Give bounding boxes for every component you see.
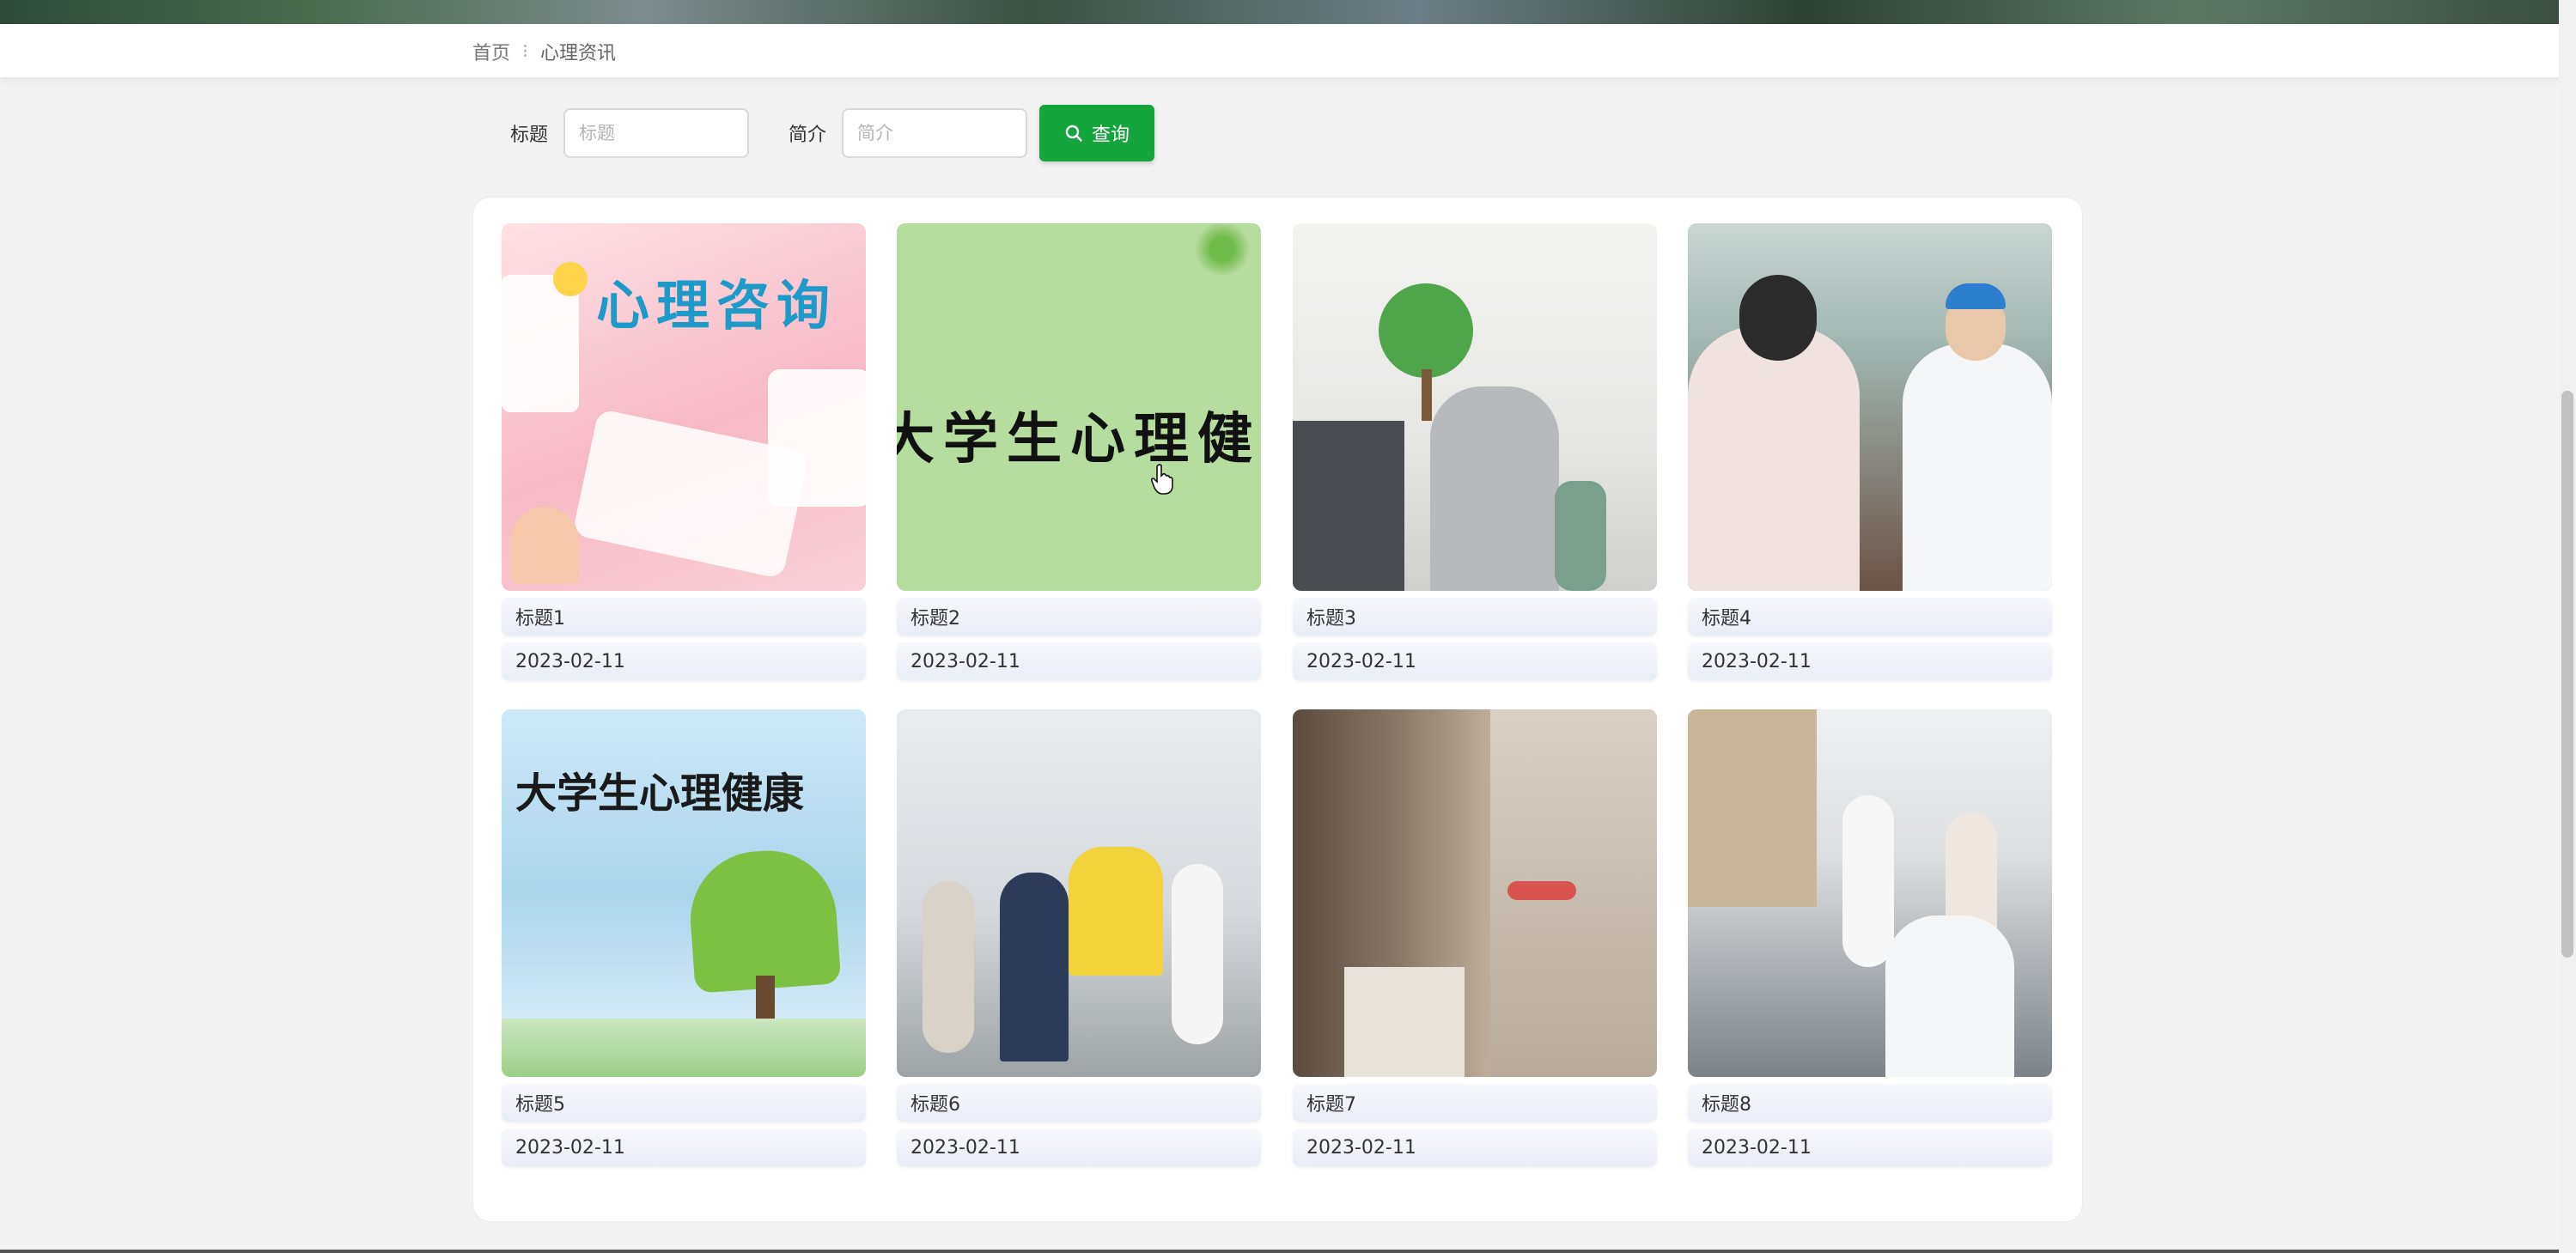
news-card-date: 2023-02-11: [1293, 642, 1657, 680]
news-card-3[interactable]: 标题3 2023-02-11: [1293, 223, 1657, 680]
news-card-8[interactable]: 标题8 2023-02-11: [1688, 709, 2052, 1166]
query-button-label: 查询: [1092, 125, 1130, 146]
title-label: 标题: [510, 125, 549, 146]
card-image-text: 大学生心理健康: [515, 769, 805, 818]
query-button[interactable]: 查询: [1039, 105, 1155, 161]
news-card-date: 2023-02-11: [1688, 1128, 2052, 1166]
top-banner-image: [0, 0, 2576, 24]
news-card-6[interactable]: 标题6 2023-02-11: [897, 709, 1261, 1166]
news-card-date: 2023-02-11: [897, 1128, 1261, 1166]
news-card-image[interactable]: 心理咨询: [502, 223, 866, 591]
news-card-2[interactable]: 大学生心理健康 标题2 2023-02-11: [897, 223, 1261, 680]
intro-label: 简介: [789, 125, 827, 146]
breadcrumb-separator: ⁝: [522, 40, 529, 63]
breadcrumb-home[interactable]: 首页: [472, 38, 510, 65]
news-list-panel: 心理咨询 标题1 2023-02-11 大学生心理健康 标题2 2023-02-…: [473, 198, 2082, 1221]
news-card-title[interactable]: 标题7: [1293, 1084, 1657, 1122]
news-card-date: 2023-02-11: [502, 642, 866, 680]
news-card-image[interactable]: [1688, 223, 2052, 591]
card-image-text: 心理咨询: [596, 274, 837, 337]
news-card-image[interactable]: [1293, 223, 1657, 591]
news-card-title[interactable]: 标题5: [502, 1084, 866, 1122]
intro-input[interactable]: [842, 108, 1028, 158]
news-card-title[interactable]: 标题3: [1293, 598, 1657, 636]
news-card-image[interactable]: [1688, 709, 2052, 1077]
search-form: 标题 简介 查询: [510, 105, 1155, 161]
news-card-title[interactable]: 标题8: [1688, 1084, 2052, 1122]
breadcrumb-current: 心理资讯: [540, 43, 617, 64]
news-card-title[interactable]: 标题1: [502, 598, 866, 636]
news-card-date: 2023-02-11: [1293, 1128, 1657, 1166]
news-card-1[interactable]: 心理咨询 标题1 2023-02-11: [502, 223, 866, 680]
search-icon: [1064, 124, 1083, 143]
card-image-text: 大学生心理健康: [897, 407, 1261, 471]
news-card-image[interactable]: [897, 709, 1261, 1077]
news-card-5[interactable]: 大学生心理健康 标题5 2023-02-11: [502, 709, 866, 1166]
breadcrumb-bar: [0, 24, 2576, 77]
hand-pointer-icon: [1150, 464, 1173, 498]
news-card-date: 2023-02-11: [502, 1128, 866, 1166]
bottom-divider: [0, 1250, 2559, 1253]
news-card-image[interactable]: 大学生心理健康: [502, 709, 866, 1077]
news-card-title[interactable]: 标题6: [897, 1084, 1261, 1122]
scrollbar[interactable]: [2559, 0, 2576, 1253]
news-card-date: 2023-02-11: [897, 642, 1261, 680]
news-card-image[interactable]: 大学生心理健康: [897, 223, 1261, 591]
news-card-date: 2023-02-11: [1688, 642, 2052, 680]
breadcrumb: 首页 ⁝ 心理资讯: [472, 38, 616, 65]
title-input[interactable]: [563, 108, 750, 158]
news-card-title[interactable]: 标题4: [1688, 598, 2052, 636]
news-card-7[interactable]: 标题7 2023-02-11: [1293, 709, 1657, 1166]
news-card-4[interactable]: 标题4 2023-02-11: [1688, 223, 2052, 680]
news-card-image[interactable]: [1293, 709, 1657, 1077]
scrollbar-thumb[interactable]: [2561, 391, 2573, 958]
news-card-title[interactable]: 标题2: [897, 598, 1261, 636]
